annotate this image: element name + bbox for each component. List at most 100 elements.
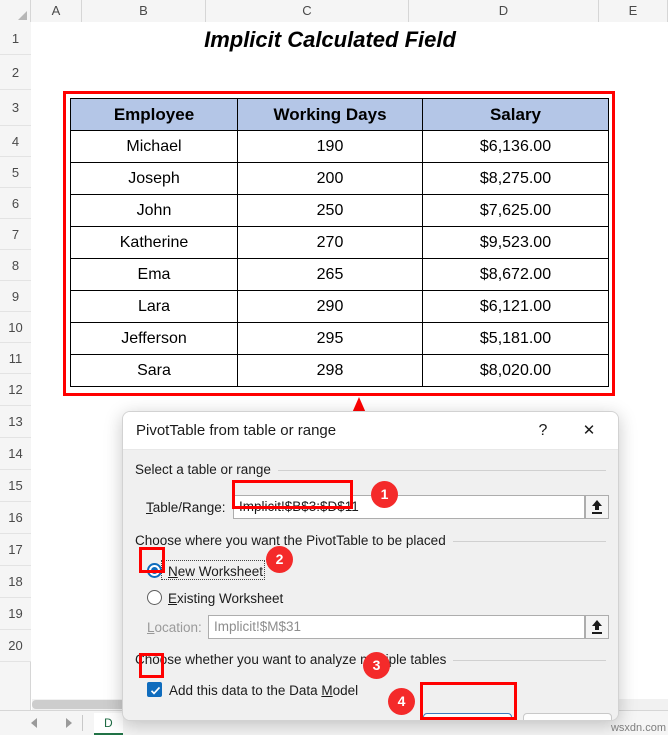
cell-employee[interactable]: John [70,194,238,227]
row-header-12[interactable]: 12 [0,374,31,406]
check-icon [150,686,161,695]
table-row[interactable]: Ema 265 $8,672.00 [70,258,609,291]
help-icon[interactable]: ? [530,419,556,443]
checkbox-data-model-label: Add this data to the Data Model [169,683,359,698]
column-header-strip: A B C D E [0,0,668,22]
checkbox-data-model[interactable] [147,682,162,697]
column-header-e[interactable]: E [599,0,668,22]
range-select-button[interactable] [585,495,609,519]
table-row[interactable]: Lara 290 $6,121.00 [70,290,609,323]
column-header-d[interactable]: D [409,0,599,22]
group-label-select-range: Select a table or range [135,462,278,477]
cell-salary[interactable]: $6,121.00 [422,290,609,323]
cell-salary[interactable]: $9,523.00 [422,226,609,259]
column-header-b[interactable]: B [82,0,206,22]
row-header-19[interactable]: 19 [0,598,31,630]
sheet-prev-icon[interactable] [28,716,42,730]
ok-button[interactable]: OK [423,713,512,720]
row-header-14[interactable]: 14 [0,438,31,470]
tab-separator [82,715,83,731]
row-header-11[interactable]: 11 [0,343,31,374]
column-header-working-days: Working Days [237,98,423,131]
row-header-4[interactable]: 4 [0,126,31,157]
cell-working-days[interactable]: 190 [237,130,423,163]
cell-employee[interactable]: Katherine [70,226,238,259]
callout-badge-4: 4 [388,688,415,715]
group-label-multiple-tables: Choose whether you want to analyze multi… [135,652,454,667]
cell-working-days[interactable]: 298 [237,354,423,387]
row-header-7[interactable]: 7 [0,219,31,250]
sheet-next-icon[interactable] [62,716,76,730]
row-header-6[interactable]: 6 [0,188,31,219]
table-row[interactable]: Jefferson 295 $5,181.00 [70,322,609,355]
cell-employee[interactable]: Jefferson [70,322,238,355]
row-header-20[interactable]: 20 [0,630,31,662]
select-all-corner[interactable] [0,0,31,22]
callout-badge-2: 2 [266,546,293,573]
column-header-salary: Salary [422,98,609,131]
column-header-employee: Employee [70,98,238,131]
row-header-16[interactable]: 16 [0,502,31,534]
page-title: Implicit Calculated Field [204,27,456,52]
cell-working-days[interactable]: 295 [237,322,423,355]
table-row[interactable]: Joseph 200 $8,275.00 [70,162,609,195]
location-range-select-button[interactable] [585,615,609,639]
collapse-dialog-icon [592,620,602,634]
row-header-18[interactable]: 18 [0,566,31,598]
cell-employee[interactable]: Lara [70,290,238,323]
table-row[interactable]: Katherine 270 $9,523.00 [70,226,609,259]
radio-new-worksheet-label: New Worksheet [168,564,264,579]
triangle-left-icon [31,718,37,728]
row-header-10[interactable]: 10 [0,312,31,343]
table-range-label: Table/Range: [146,500,226,515]
radio-existing-worksheet-label: Existing Worksheet [168,591,284,606]
row-header-17[interactable]: 17 [0,534,31,566]
row-header-9[interactable]: 9 [0,281,31,312]
table-row[interactable]: Michael 190 $6,136.00 [70,130,609,163]
cell-working-days[interactable]: 265 [237,258,423,291]
group-rule-2 [443,541,606,542]
location-label: Location: [147,620,202,635]
cell-employee[interactable]: Sara [70,354,238,387]
group-rule-3 [453,660,606,661]
radio-existing-worksheet[interactable] [147,590,162,605]
callout-badge-3: 3 [363,652,390,679]
row-header-13[interactable]: 13 [0,406,31,438]
row-header-5[interactable]: 5 [0,157,31,188]
close-icon[interactable]: ✕ [576,419,602,443]
cell-salary[interactable]: $5,181.00 [422,322,609,355]
row-header-strip: 1 2 3 4 5 6 7 8 9 10 11 12 13 14 15 16 1… [0,22,31,710]
cell-employee[interactable]: Joseph [70,162,238,195]
cell-working-days[interactable]: 200 [237,162,423,195]
collapse-dialog-icon [592,500,602,514]
column-header-c[interactable]: C [206,0,409,22]
location-input[interactable]: Implicit!$M$31 [208,615,585,639]
group-rule-1 [273,470,606,471]
table-range-input[interactable]: Implicit!$B$3:$D$11 [233,495,585,519]
cell-employee[interactable]: Michael [70,130,238,163]
cell-working-days[interactable]: 270 [237,226,423,259]
table-row[interactable]: Sara 298 $8,020.00 [70,354,609,387]
cell-salary[interactable]: $8,275.00 [422,162,609,195]
cell-salary[interactable]: $8,672.00 [422,258,609,291]
select-all-triangle-icon [18,11,27,20]
row-header-1[interactable]: 1 [0,22,31,55]
cell-working-days[interactable]: 290 [237,290,423,323]
cell-salary[interactable]: $6,136.00 [422,130,609,163]
row-header-2[interactable]: 2 [0,55,31,90]
cell-working-days[interactable]: 250 [237,194,423,227]
radio-new-worksheet[interactable] [147,563,162,578]
column-header-a[interactable]: A [31,0,82,22]
cancel-button[interactable]: Cancel [523,713,612,720]
table-row[interactable]: John 250 $7,625.00 [70,194,609,227]
row-header-15[interactable]: 15 [0,470,31,502]
row-header-3[interactable]: 3 [0,90,31,126]
row-header-8[interactable]: 8 [0,250,31,281]
cell-employee[interactable]: Ema [70,258,238,291]
callout-badge-1: 1 [371,481,398,508]
sheet-tab-implicit[interactable]: D [94,713,123,735]
cell-salary[interactable]: $8,020.00 [422,354,609,387]
employee-data-table: Employee Working Days Salary Michael 190… [70,98,609,387]
dialog-titlebar: PivotTable from table or range ? ✕ [123,412,618,450]
cell-salary[interactable]: $7,625.00 [422,194,609,227]
